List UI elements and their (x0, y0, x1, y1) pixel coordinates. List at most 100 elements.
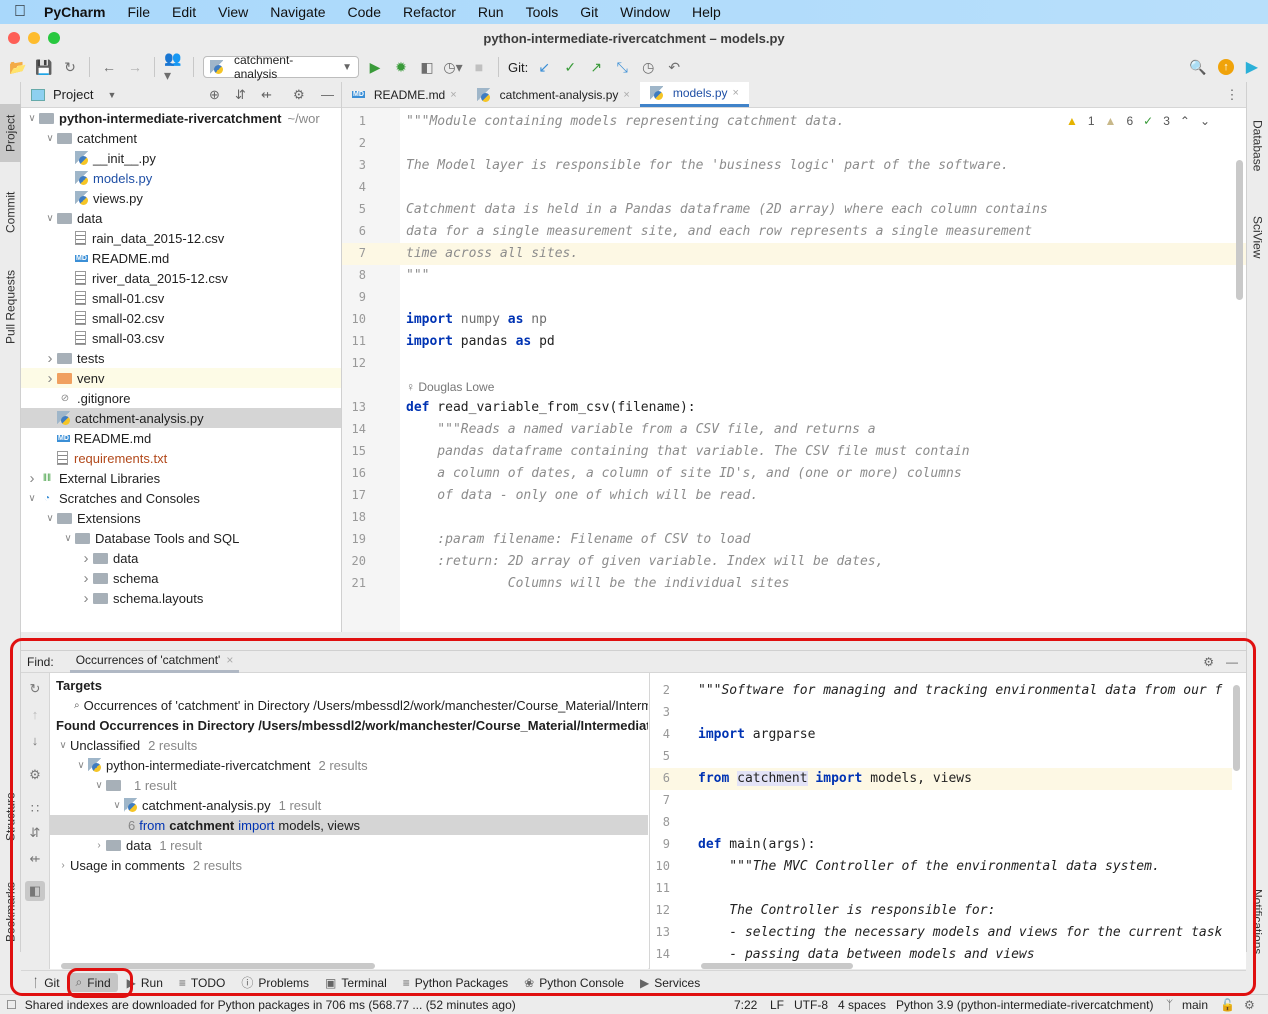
chevron-down-icon[interactable]: ∨ (61, 533, 75, 544)
gear-icon[interactable]: ⚙ (293, 87, 305, 103)
tree-item[interactable]: __init__.py (21, 148, 341, 168)
previous-highlight-icon[interactable]: ⌃ (1180, 114, 1190, 128)
chevron-right-icon[interactable]: › (79, 550, 93, 567)
tree-item[interactable]: ∨ python-intermediate-rivercatchment ~/wor (21, 108, 341, 128)
profile-icon[interactable]: ◷▾ (443, 57, 463, 77)
locate-icon[interactable]: ⊕ (209, 87, 220, 103)
status-message[interactable]: Shared indexes are downloaded for Python… (25, 998, 516, 1012)
tree-item[interactable]: requirements.txt (21, 448, 341, 468)
tree-item[interactable]: rain_data_2015-12.csv (21, 228, 341, 248)
tree-item[interactable]: river_data_2015-12.csv (21, 268, 341, 288)
editor-tab[interactable]: models.py × (639, 82, 749, 107)
tree-item[interactable]: ∨ data (21, 208, 341, 228)
tree-item[interactable]: MD README.md (21, 428, 341, 448)
chevron-down-icon[interactable]: ∨ (43, 133, 57, 144)
git-merge-icon[interactable]: ⤡ (612, 57, 632, 77)
sync-icon[interactable]: ↻ (60, 57, 80, 77)
close-window-button[interactable] (8, 32, 20, 44)
forward-icon[interactable]: → (125, 57, 145, 77)
menu-help[interactable]: Help (681, 4, 732, 20)
editor-tab[interactable]: MD README.md × (342, 82, 467, 107)
git-branch[interactable]: main (1182, 998, 1208, 1012)
zoom-window-button[interactable] (48, 32, 60, 44)
tree-item[interactable]: small-03.csv (21, 328, 341, 348)
tree-item[interactable]: ∨ catchment (21, 128, 341, 148)
debug-icon[interactable]: ✹ (391, 57, 411, 77)
tree-item[interactable]: ∨ ◔ Scratches and Consoles (21, 488, 341, 508)
author-hint[interactable]: ♀ Douglas Lowe (406, 380, 494, 394)
git-update-icon[interactable]: ↙ (534, 57, 554, 77)
git-rollback-icon[interactable]: ↶ (664, 57, 684, 77)
tool-tab-database[interactable]: Database (1247, 106, 1268, 186)
close-icon[interactable]: × (450, 89, 456, 101)
chevron-right-icon[interactable]: › (43, 350, 57, 367)
menu-tools[interactable]: Tools (515, 4, 570, 20)
chevron-right-icon[interactable]: › (79, 590, 93, 607)
tree-item[interactable]: ⊘ .gitignore (21, 388, 341, 408)
git-history-icon[interactable]: ◷ (638, 57, 658, 77)
coverage-icon[interactable]: ◧ (417, 57, 437, 77)
editor-tab[interactable]: catchment-analysis.py × (467, 82, 640, 107)
apple-icon[interactable]:  (0, 3, 40, 21)
tree-item[interactable]: › schema (21, 568, 341, 588)
menu-git[interactable]: Git (569, 4, 609, 20)
close-icon[interactable]: × (733, 87, 739, 99)
tree-item[interactable]: ∨ Database Tools and SQL (21, 528, 341, 548)
chevron-right-icon[interactable]: › (43, 370, 57, 387)
menu-refactor[interactable]: Refactor (392, 4, 467, 20)
tree-item[interactable]: MD README.md (21, 248, 341, 268)
tree-item[interactable]: catchment-analysis.py (21, 408, 341, 428)
line-separator[interactable]: LF (770, 998, 784, 1012)
menu-code[interactable]: Code (337, 4, 392, 20)
tree-item[interactable]: › data (21, 548, 341, 568)
stop-icon[interactable]: ■ (469, 57, 489, 77)
tree-item[interactable]: small-02.csv (21, 308, 341, 328)
menu-file[interactable]: File (116, 4, 161, 20)
chevron-right-icon[interactable]: › (25, 470, 39, 487)
caret-position[interactable]: 7:22 (734, 998, 757, 1012)
toggle-tool-windows-icon[interactable]: ☐ (6, 998, 17, 1012)
menu-navigate[interactable]: Navigate (259, 4, 336, 20)
inspector-icon[interactable]: ⚙ (1244, 998, 1255, 1012)
inspection-widget[interactable]: ▲ 1 ▲ 6 ✓ 3 ⌃ ⌄ (1066, 114, 1210, 128)
chevron-down-icon[interactable]: ∨ (25, 113, 39, 124)
menu-window[interactable]: Window (609, 4, 681, 20)
menu-view[interactable]: View (207, 4, 259, 20)
editor-scrollbar[interactable] (1236, 160, 1243, 300)
tree-item[interactable]: models.py (21, 168, 341, 188)
tree-item[interactable]: small-01.csv (21, 288, 341, 308)
tool-tab-commit[interactable]: Commit (0, 182, 21, 242)
save-icon[interactable]: 💾 (34, 57, 54, 77)
expand-all-icon[interactable]: ⇵ (235, 87, 246, 103)
chevron-down-icon[interactable]: ∨ (43, 513, 57, 524)
indent-setting[interactable]: 4 spaces (838, 998, 886, 1012)
run-configuration-select[interactable]: catchment-analysis ▼ (203, 53, 359, 81)
tree-item[interactable]: › ‖‖ External Libraries (21, 468, 341, 488)
tree-item[interactable]: › venv (21, 368, 341, 388)
python-interpreter[interactable]: Python 3.9 (python-intermediate-rivercat… (896, 998, 1153, 1012)
git-push-icon[interactable]: ↗ (586, 57, 606, 77)
menu-edit[interactable]: Edit (161, 4, 207, 20)
hide-icon[interactable]: — (321, 87, 334, 102)
tool-tab-project[interactable]: Project (0, 104, 21, 162)
back-icon[interactable]: ← (99, 57, 119, 77)
project-view-select[interactable]: Project (53, 87, 93, 102)
file-encoding[interactable]: UTF-8 (794, 998, 828, 1012)
tool-tab-sciview[interactable]: SciView (1247, 202, 1268, 272)
tool-tab-pull-requests[interactable]: Pull Requests (0, 262, 21, 352)
run-icon[interactable]: ▶ (365, 57, 385, 77)
code-area[interactable]: 1 """Module containing models representin… (342, 108, 1246, 632)
chevron-down-icon[interactable]: ∨ (43, 213, 57, 224)
chevron-right-icon[interactable]: › (79, 570, 93, 587)
tree-item[interactable]: ∨ Extensions (21, 508, 341, 528)
update-icon[interactable]: ↑ (1218, 59, 1234, 75)
menu-run[interactable]: Run (467, 4, 515, 20)
tree-item[interactable]: › tests (21, 348, 341, 368)
next-highlight-icon[interactable]: ⌄ (1200, 114, 1210, 128)
user-icon[interactable]: 👥▾ (164, 50, 184, 83)
tree-item[interactable]: views.py (21, 188, 341, 208)
tree-item[interactable]: › schema.layouts (21, 588, 341, 608)
collapse-all-icon[interactable]: ⇷ (261, 87, 272, 103)
chevron-down-icon[interactable]: ▼ (107, 90, 116, 100)
more-icon[interactable]: ⋮ (1222, 82, 1242, 108)
